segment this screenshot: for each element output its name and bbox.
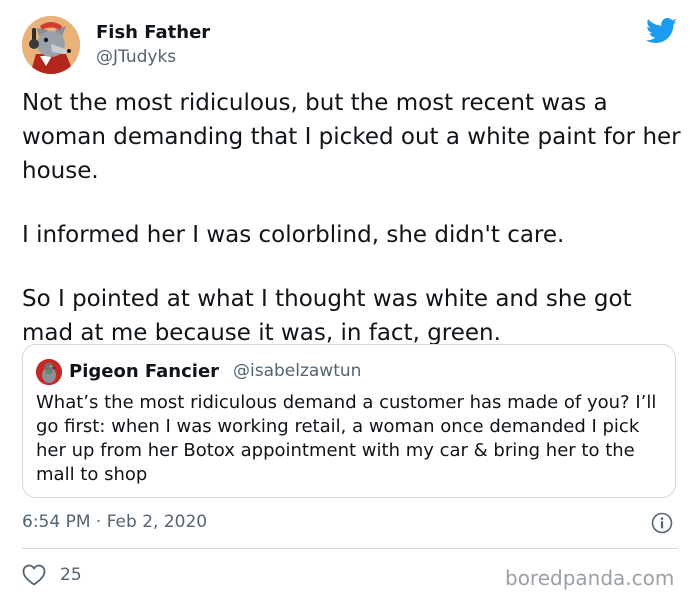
divider <box>22 548 678 549</box>
heart-icon[interactable] <box>22 564 46 586</box>
quote-text: What’s the most ridiculous demand a cust… <box>36 392 657 485</box>
watermark: boredpanda.com <box>505 566 675 590</box>
quote-author-handle[interactable]: @isabelzawtun <box>233 361 361 381</box>
like-count: 25 <box>60 565 82 585</box>
tweet-paragraph: Not the most ridiculous, but the most re… <box>22 90 681 184</box>
tweet-timestamp[interactable]: 6:54 PM · Feb 2, 2020 <box>22 512 207 532</box>
quote-author-avatar[interactable] <box>36 359 62 385</box>
pigeon-avatar-icon <box>36 359 62 385</box>
author-name[interactable]: Fish Father <box>96 22 210 43</box>
author-handle[interactable]: @JTudyks <box>96 47 176 67</box>
author-avatar[interactable] <box>22 16 80 74</box>
tweet-paragraph: So I pointed at what I thought was white… <box>22 286 632 346</box>
twitter-bird-icon[interactable] <box>646 18 678 44</box>
info-icon[interactable] <box>651 512 673 534</box>
wolf-avatar-icon <box>22 16 80 74</box>
tweet-paragraph: I informed her I was colorblind, she did… <box>22 222 565 248</box>
tweet-text: Not the most ridiculous, but the most re… <box>22 86 682 350</box>
quoted-tweet-card[interactable]: Pigeon Fancier @isabelzawtun What’s the … <box>22 344 676 498</box>
quote-author-name[interactable]: Pigeon Fancier <box>69 361 219 382</box>
